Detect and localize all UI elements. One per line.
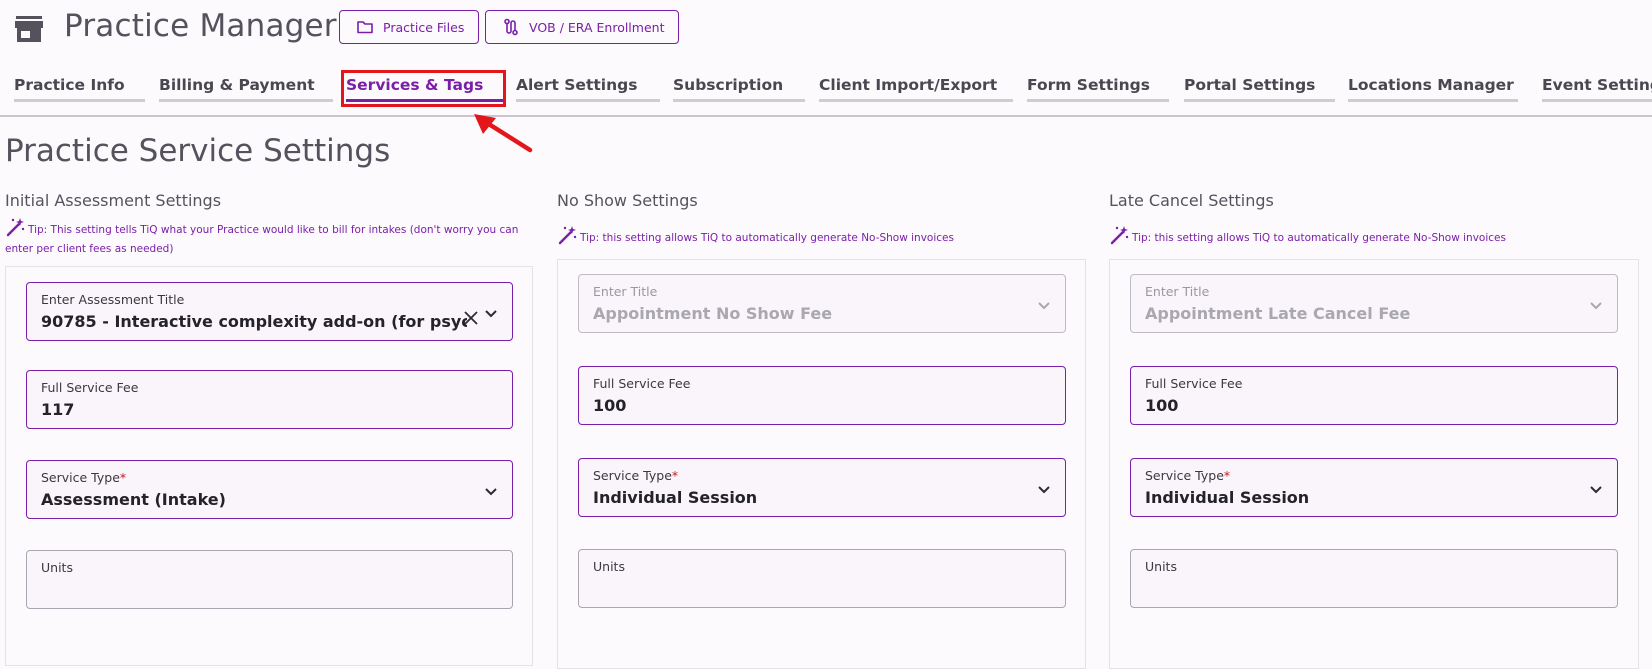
field-label: Full Service Fee — [1145, 376, 1243, 391]
tab-client-import-export[interactable]: Client Import/Export — [819, 76, 1013, 102]
field-value: 100 — [593, 396, 627, 415]
tip-text: Tip: this setting allows TiQ to automati… — [580, 232, 954, 244]
no-show-units-field[interactable]: Units — [578, 549, 1066, 608]
field-value: Individual Session — [1145, 488, 1310, 507]
late-cancel-tip: Tip: this setting allows TiQ to automati… — [1109, 225, 1649, 248]
required-mark: * — [671, 468, 679, 483]
no-show-tip: Tip: this setting allows TiQ to automati… — [557, 225, 1097, 248]
field-label: Full Service Fee — [593, 376, 691, 391]
clear-icon[interactable] — [464, 311, 478, 325]
tab-label: Billing & Payment — [159, 76, 315, 94]
chevron-down-icon[interactable] — [484, 309, 498, 319]
field-value: Individual Session — [593, 488, 758, 507]
field-label: Units — [593, 559, 625, 574]
chevron-down-icon[interactable] — [1589, 301, 1603, 311]
assessment-title-select[interactable]: Enter Assessment Title 90785 - Interacti… — [26, 282, 513, 341]
required-mark: * — [119, 470, 127, 485]
tab-subscription[interactable]: Subscription — [673, 76, 805, 102]
magic-wand-icon — [6, 218, 25, 237]
tab-label: Event Settings — [1542, 76, 1652, 94]
field-value: Appointment No Show Fee — [593, 304, 833, 323]
label-text: Service Type — [41, 470, 120, 485]
tab-form-settings[interactable]: Form Settings — [1027, 76, 1169, 102]
chevron-down-icon[interactable] — [1037, 485, 1051, 495]
no-show-heading: No Show Settings — [557, 191, 698, 210]
field-value: 100 — [1145, 396, 1179, 415]
field-label: Service Type* — [1145, 468, 1230, 483]
tab-portal-settings[interactable]: Portal Settings — [1184, 76, 1335, 102]
field-value: Assessment (Intake) — [41, 490, 226, 509]
tab-label: Alert Settings — [516, 76, 638, 94]
highlight-box — [341, 70, 506, 107]
tab-label: Locations Manager — [1348, 76, 1514, 94]
tab-event-settings[interactable]: Event Settings — [1542, 76, 1652, 102]
chevron-down-icon[interactable] — [484, 487, 498, 497]
tab-locations-manager[interactable]: Locations Manager — [1348, 76, 1518, 102]
vob-era-enrollment-label: VOB / ERA Enrollment — [529, 19, 665, 35]
field-value: Appointment Late Cancel Fee — [1145, 304, 1411, 323]
field-label: Full Service Fee — [41, 380, 139, 395]
field-label: Units — [41, 560, 73, 575]
no-show-fee-field[interactable]: Full Service Fee 100 — [578, 366, 1066, 425]
late-cancel-heading: Late Cancel Settings — [1109, 191, 1274, 210]
tab-alert-settings[interactable]: Alert Settings — [516, 76, 660, 102]
required-mark: * — [1223, 468, 1231, 483]
label-text: Service Type — [1145, 468, 1224, 483]
practice-files-button[interactable]: Practice Files — [339, 10, 480, 44]
field-label: Service Type* — [41, 470, 126, 485]
field-label: Service Type* — [593, 468, 678, 483]
label-text: Service Type — [593, 468, 672, 483]
field-label: Units — [1145, 559, 1177, 574]
assessment-units-field[interactable]: Units — [26, 550, 513, 609]
vob-era-enrollment-button[interactable]: VOB / ERA Enrollment — [485, 10, 680, 44]
late-cancel-panel: Enter Title Appointment Late Cancel Fee … — [1109, 259, 1639, 669]
field-label: Enter Title — [1145, 284, 1210, 299]
magic-wand-icon — [558, 226, 577, 245]
tab-label: Portal Settings — [1184, 76, 1316, 94]
initial-assessment-panel: Enter Assessment Title 90785 - Interacti… — [5, 266, 533, 666]
field-label: Enter Assessment Title — [41, 292, 185, 307]
app-title: Practice Manager — [64, 8, 337, 44]
folder-icon — [357, 21, 373, 34]
tab-label: Client Import/Export — [819, 76, 998, 94]
late-cancel-fee-field[interactable]: Full Service Fee 100 — [1130, 366, 1618, 425]
no-show-title-select[interactable]: Enter Title Appointment No Show Fee — [578, 274, 1066, 333]
late-cancel-title-select[interactable]: Enter Title Appointment Late Cancel Fee — [1130, 274, 1618, 333]
practice-files-label: Practice Files — [383, 19, 465, 35]
tab-label: Practice Info — [14, 76, 125, 94]
page-title: Practice Service Settings — [5, 133, 391, 169]
late-cancel-service-type-select[interactable]: Service Type* Individual Session — [1130, 458, 1618, 517]
tab-practice-info[interactable]: Practice Info — [14, 76, 145, 102]
route-icon — [504, 18, 518, 36]
store-icon — [15, 16, 43, 42]
tab-label: Form Settings — [1027, 76, 1150, 94]
no-show-service-type-select[interactable]: Service Type* Individual Session — [578, 458, 1066, 517]
tip-text: Tip: This setting tells TiQ what your Pr… — [5, 224, 519, 255]
field-value: 90785 - Interactive complexity add-on (f… — [41, 312, 467, 331]
magic-wand-icon — [1110, 226, 1129, 245]
assessment-service-type-select[interactable]: Service Type* Assessment (Intake) — [26, 460, 513, 519]
tab-billing-payment[interactable]: Billing & Payment — [159, 76, 333, 102]
no-show-panel: Enter Title Appointment No Show Fee Full… — [557, 259, 1086, 669]
initial-assessment-heading: Initial Assessment Settings — [5, 191, 222, 210]
tab-label: Subscription — [673, 76, 784, 94]
chevron-down-icon[interactable] — [1589, 485, 1603, 495]
initial-assessment-tip: Tip: This setting tells TiQ what your Pr… — [5, 217, 545, 259]
tip-text: Tip: this setting allows TiQ to automati… — [1132, 232, 1506, 244]
assessment-fee-field[interactable]: Full Service Fee 117 — [26, 370, 513, 429]
late-cancel-units-field[interactable]: Units — [1130, 549, 1618, 608]
chevron-down-icon[interactable] — [1037, 301, 1051, 311]
field-label: Enter Title — [593, 284, 658, 299]
annotation-arrow-icon — [474, 114, 533, 153]
tabs-divider — [0, 115, 1652, 117]
field-value: 117 — [41, 400, 75, 419]
